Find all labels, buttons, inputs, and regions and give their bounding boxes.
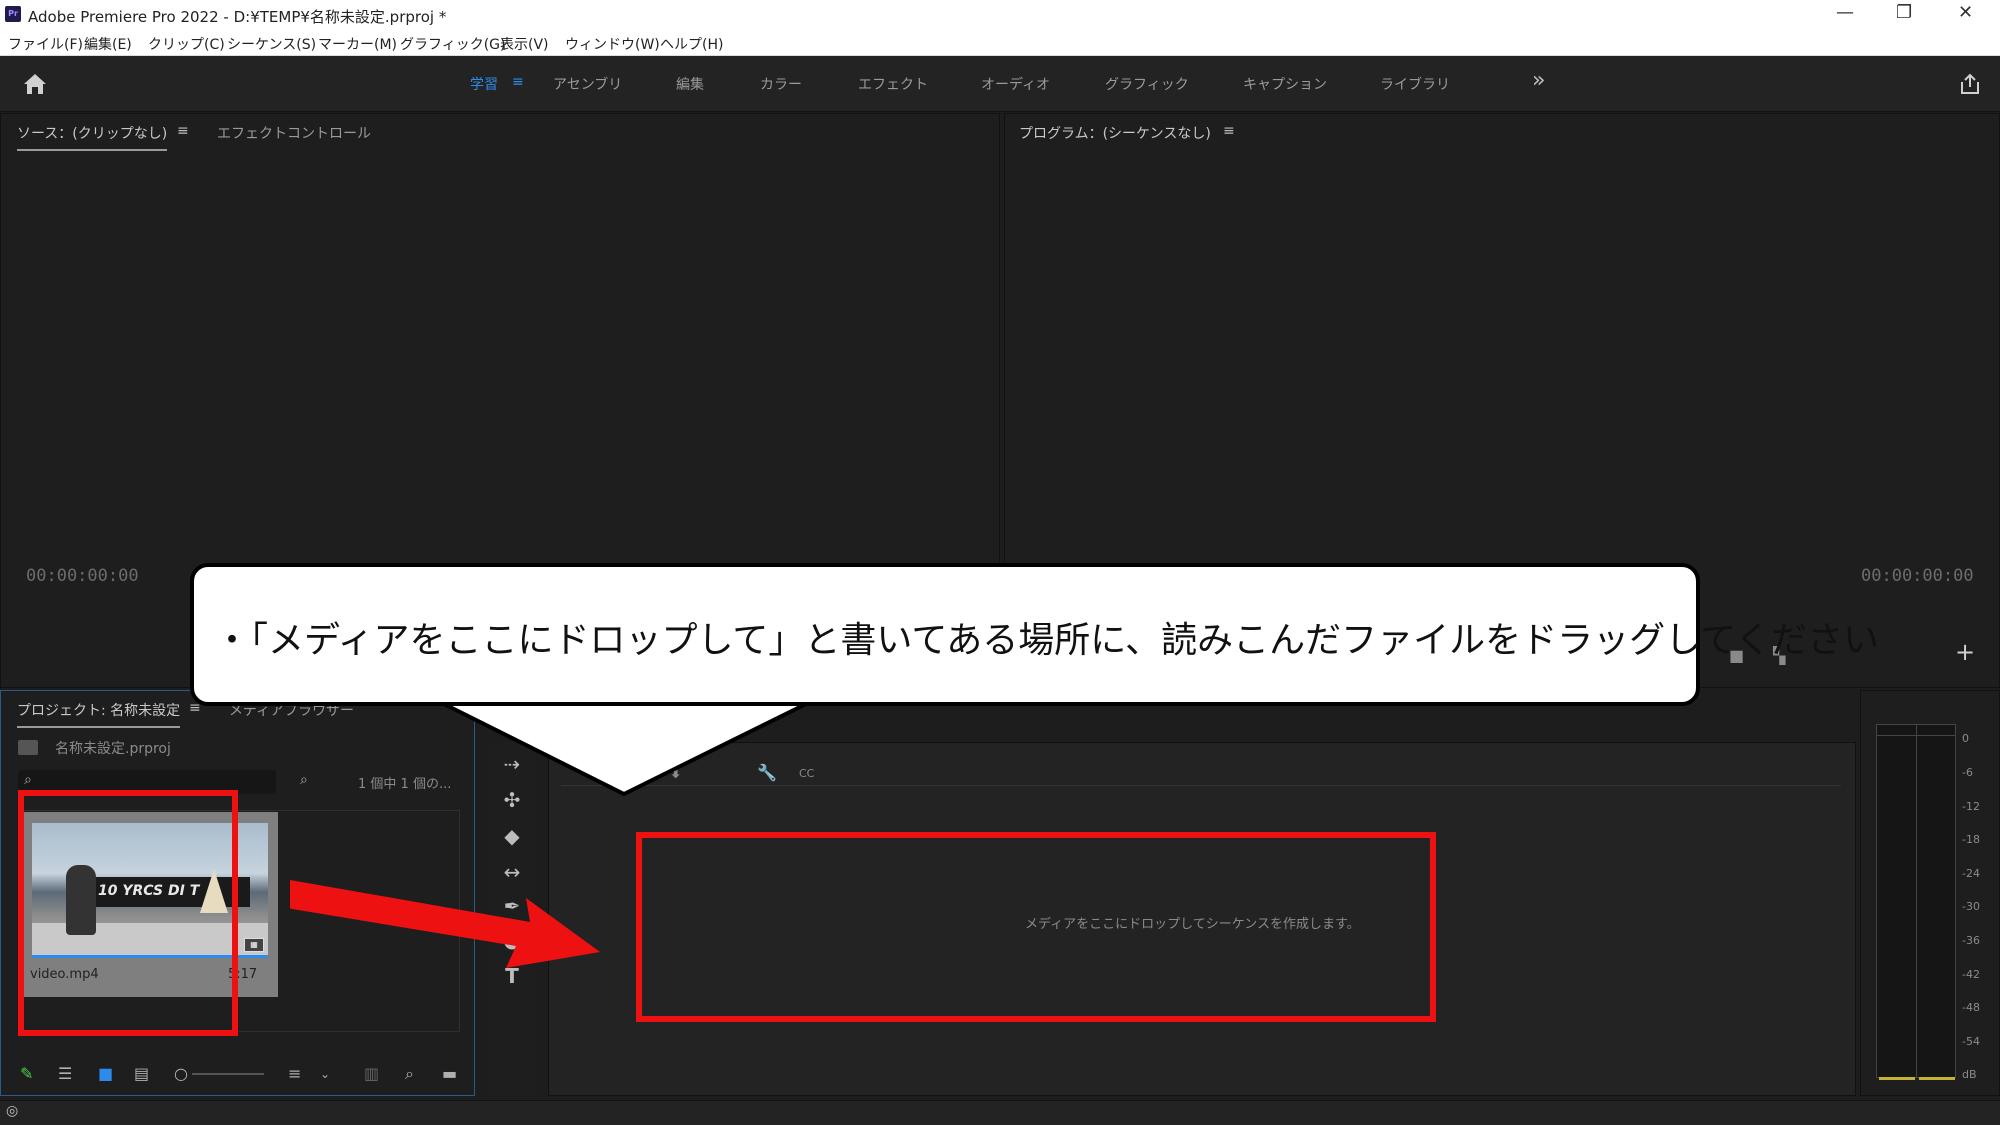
add-button[interactable]: +: [1955, 638, 1975, 666]
new-bin-icon[interactable]: ▬: [442, 1064, 457, 1083]
audio-meter: [1876, 724, 1956, 1080]
item-count: 1 個中 1 個の...: [358, 777, 452, 792]
tab-effect-controls[interactable]: エフェクトコントロール: [217, 123, 371, 143]
menu-graphics[interactable]: グラフィック(G): [400, 34, 506, 54]
window-title: Adobe Premiere Pro 2022 - D:¥TEMP¥名称未設定.…: [28, 8, 447, 26]
highlight-drop-zone-box: [636, 832, 1436, 1022]
premiere-app-icon: Pr: [5, 6, 21, 22]
menu-clip[interactable]: クリップ(C): [148, 34, 225, 54]
workspace-edit[interactable]: 編集: [676, 74, 704, 94]
automate-to-sequence-icon[interactable]: ▥: [364, 1064, 379, 1083]
db-label: -6: [1962, 766, 1973, 779]
status-bar: ◎: [0, 1100, 2000, 1125]
workspace-graphics[interactable]: グラフィック: [1105, 74, 1189, 94]
meter-top-line: [1877, 735, 1955, 736]
callout-tail: [440, 700, 810, 797]
source-timecode[interactable]: 00:00:00:00: [26, 566, 139, 586]
db-label: -36: [1962, 934, 1980, 947]
sort-icon[interactable]: ≡: [288, 1064, 301, 1083]
freeform-view-icon[interactable]: ▤: [134, 1064, 149, 1083]
workspace-menu-icon[interactable]: ≡: [512, 74, 524, 90]
workspace-captions[interactable]: キャプション: [1243, 74, 1327, 94]
meter-right-level: [1919, 1077, 1955, 1080]
tab-source[interactable]: ソース：(クリップなし): [17, 123, 168, 151]
project-footer-toolbar: ✎ ☰ ■ ▤ ○ ≡ ⌄ ▥ ⌕ ▬: [0, 1058, 475, 1090]
bin-folder-icon: [18, 740, 38, 755]
db-label: -12: [1962, 800, 1980, 813]
meter-left-level: [1879, 1077, 1915, 1080]
tab-program[interactable]: プログラム：(シーケンスなし): [1019, 123, 1211, 149]
workspace-assembly[interactable]: アセンブリ: [553, 74, 622, 94]
tab-project[interactable]: プロジェクト: 名称未設定: [17, 700, 181, 728]
sort-chevron-down-icon[interactable]: ⌄: [320, 1067, 330, 1081]
db-label: -48: [1962, 1001, 1980, 1014]
highlight-clip-box: [18, 790, 238, 1036]
workspace-color[interactable]: カラー: [760, 74, 802, 94]
db-label: -24: [1962, 867, 1980, 880]
close-button[interactable]: ✕: [1958, 2, 1973, 23]
title-bar: Pr Adobe Premiere Pro 2022 - D:¥TEMP¥名称未…: [0, 0, 2000, 30]
menu-file[interactable]: ファイル(F): [8, 34, 83, 54]
program-timecode[interactable]: 00:00:00:00: [1861, 566, 1974, 586]
workspace-libraries[interactable]: ライブラリ: [1380, 74, 1450, 94]
zoom-slider-handle[interactable]: ○: [174, 1064, 188, 1083]
db-label: -54: [1962, 1035, 1980, 1048]
pencil-icon[interactable]: ✎: [20, 1064, 33, 1083]
home-icon[interactable]: [22, 72, 48, 96]
project-file-name: 名称未設定.prproj: [55, 741, 171, 757]
menu-window[interactable]: ウィンドウ(W): [565, 34, 660, 54]
source-panel-header: ソース：(クリップなし) ≡ エフェクトコントロール: [1, 114, 999, 151]
workspace-bar: 学習 ≡ アセンブリ 編集 カラー エフェクト オーディオ グラフィック キャプ…: [0, 56, 2000, 112]
program-panel-header: プログラム：(シーケンスなし) ≡: [1005, 114, 1999, 150]
db-label: 0: [1962, 732, 1969, 745]
find-icon[interactable]: ⌕: [300, 772, 308, 788]
search-icon: ⌕: [24, 772, 32, 788]
instruction-callout: ・「メディアをここにドロップして」と書いてある場所に、読みこんだファイルをドラッ…: [190, 563, 1879, 706]
zoom-slider-track[interactable]: [192, 1073, 264, 1075]
project-search-input[interactable]: [44, 772, 264, 792]
menu-sequence[interactable]: シーケンス(S): [227, 34, 316, 54]
program-panel-menu-icon[interactable]: ≡: [1223, 123, 1235, 139]
workspace-effects[interactable]: エフェクト: [858, 74, 928, 94]
list-view-icon[interactable]: ☰: [58, 1064, 72, 1083]
icon-view-icon[interactable]: ■: [98, 1064, 113, 1083]
db-label: dB: [1962, 1068, 1977, 1081]
razor-tool-icon[interactable]: ◆: [498, 824, 526, 848]
creative-cloud-icon[interactable]: ◎: [6, 1103, 18, 1119]
db-label: -18: [1962, 833, 1980, 846]
share-icon[interactable]: [1958, 72, 1982, 96]
db-label: -30: [1962, 900, 1980, 913]
find-footer-icon[interactable]: ⌕: [405, 1064, 414, 1084]
menu-bar: ファイル(F) 編集(E) クリップ(C) シーケンス(S) マーカー(M) グ…: [0, 30, 2000, 56]
meter-divider: [1916, 725, 1917, 1077]
db-label: -42: [1962, 968, 1980, 981]
workspace-learn[interactable]: 学習: [470, 74, 498, 94]
minimize-button[interactable]: —: [1836, 2, 1854, 23]
workspace-audio[interactable]: オーディオ: [981, 74, 1050, 94]
menu-marker[interactable]: マーカー(M): [318, 34, 397, 54]
menu-help[interactable]: ヘルプ(H): [660, 34, 723, 54]
source-panel-menu-icon[interactable]: ≡: [177, 123, 189, 139]
maximize-button[interactable]: ❐: [1896, 2, 1912, 23]
menu-edit[interactable]: 編集(E): [84, 34, 132, 54]
drag-arrow-icon: [290, 880, 600, 968]
instruction-text: ・「メディアをここにドロップして」と書いてある場所に、読みこんだファイルをドラッ…: [214, 619, 1880, 660]
workspace-overflow-icon[interactable]: »: [1532, 68, 1545, 93]
menu-view[interactable]: 表示(V): [500, 34, 549, 54]
clip-type-icon: ▦: [244, 938, 264, 952]
